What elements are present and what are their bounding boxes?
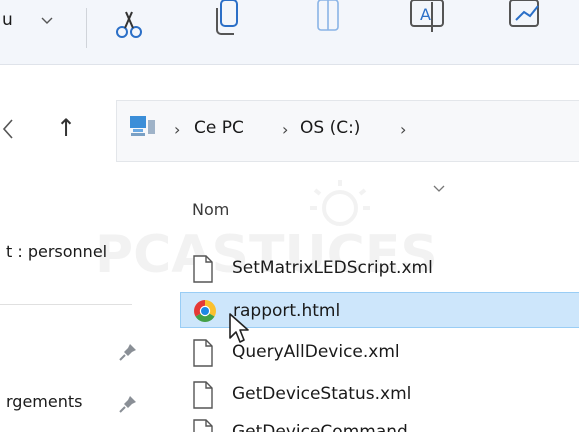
file-row[interactable]: SetMatrixLEDScript.xml <box>180 250 579 286</box>
up-arrow-icon: ↑ <box>56 114 77 142</box>
file-name: QueryAllDevice.xml <box>232 342 400 362</box>
rename-button[interactable]: A <box>408 0 448 40</box>
cut-button[interactable] <box>112 6 148 44</box>
mouse-cursor-icon <box>229 313 249 343</box>
paste-button[interactable] <box>310 0 346 40</box>
breadcrumb-os-c[interactable]: OS (C:) <box>300 118 360 138</box>
breadcrumb-separator: › <box>174 120 181 139</box>
pin-icon <box>119 344 136 361</box>
view-dropdown-label: u <box>2 10 13 30</box>
view-dropdown[interactable]: u <box>0 6 70 42</box>
file-name: GetDeviceCommand... <box>232 422 425 432</box>
breadcrumb-separator[interactable]: › <box>400 120 406 139</box>
nav-item-telechargements[interactable]: rgements <box>0 386 150 418</box>
nav-item-label: rgements <box>6 392 83 411</box>
column-header-name[interactable]: Nom <box>192 200 229 219</box>
nav-item-label: t : personnel <box>6 242 108 261</box>
share-button[interactable] <box>506 0 546 40</box>
chevron-down-icon <box>41 17 53 24</box>
file-row[interactable]: GetDeviceCommand... <box>180 414 579 432</box>
pin-icon <box>119 396 136 413</box>
rename-icon: A <box>410 0 444 32</box>
copy-button[interactable] <box>212 0 248 40</box>
svg-text:A: A <box>420 5 431 24</box>
breadcrumb-separator: › <box>282 120 289 139</box>
chrome-icon <box>194 300 216 322</box>
breadcrumb-ce-pc[interactable]: Ce PC <box>194 118 244 138</box>
file-row[interactable]: GetDeviceStatus.xml <box>180 376 579 412</box>
nav-divider <box>0 304 132 305</box>
document-icon <box>193 255 213 283</box>
file-name: GetDeviceStatus.xml <box>232 384 412 404</box>
document-icon <box>193 381 213 409</box>
back-chevron-icon[interactable] <box>0 116 16 142</box>
copy-icon <box>216 0 238 35</box>
file-name: SetMatrixLEDScript.xml <box>232 258 433 278</box>
computer-icon <box>130 116 155 136</box>
paste-icon <box>317 0 339 31</box>
toolbar-divider <box>86 8 87 48</box>
scissors-icon <box>116 11 142 38</box>
nav-item-personnel[interactable]: t : personnel <box>0 238 150 270</box>
sort-chevron-icon[interactable] <box>432 184 446 194</box>
document-icon <box>193 419 213 432</box>
document-icon <box>193 339 213 367</box>
share-icon <box>509 0 539 27</box>
up-button[interactable]: ↑ <box>50 110 86 150</box>
nav-item-pinned[interactable] <box>0 336 150 368</box>
